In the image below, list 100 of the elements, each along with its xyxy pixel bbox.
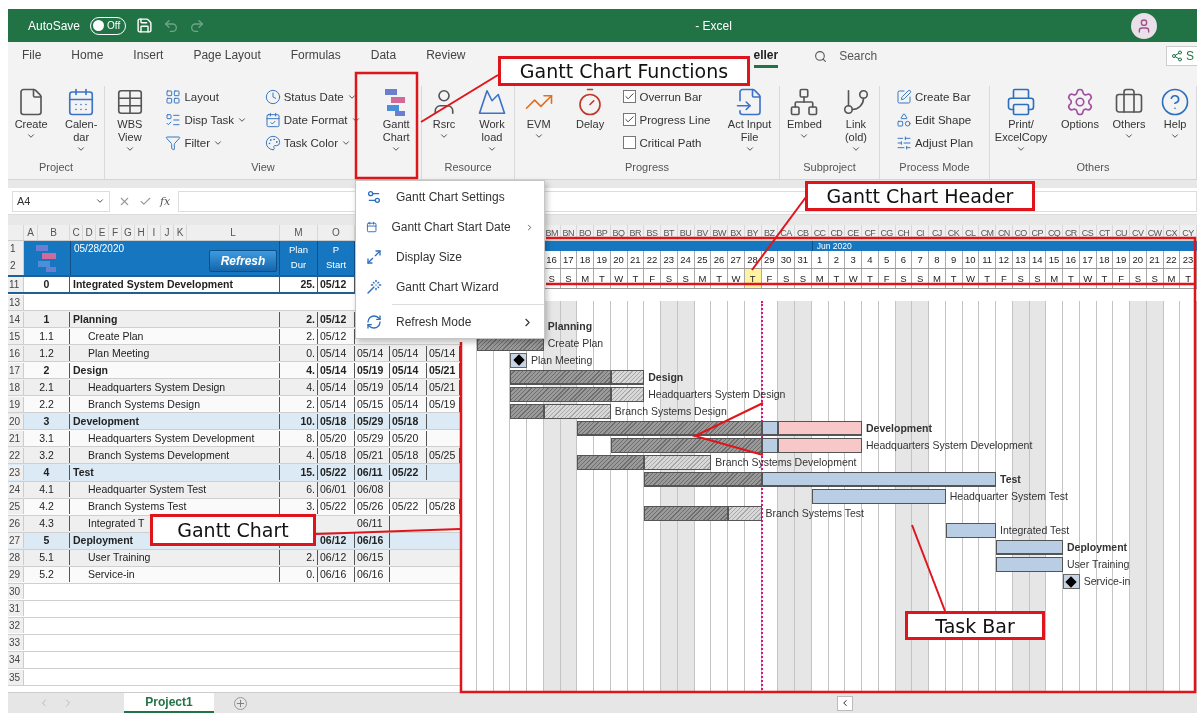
save-icon[interactable] <box>136 17 154 34</box>
column-header[interactable]: BZ <box>761 225 779 240</box>
menu-item[interactable]: Gantt Chart Settings <box>356 182 544 212</box>
ribbon-button[interactable]: Others <box>1110 86 1148 141</box>
menu-tab[interactable]: Review <box>426 44 466 68</box>
share-button[interactable]: S <box>1166 46 1197 66</box>
row-number[interactable]: 11 <box>8 277 24 293</box>
column-header[interactable]: CR <box>1063 225 1080 240</box>
ribbon-button[interactable]: Link (old) <box>837 86 874 154</box>
row-number[interactable]: 26 <box>8 516 24 532</box>
ribbon-button[interactable]: Create <box>12 86 50 141</box>
ribbon-button[interactable]: EVM <box>520 86 557 141</box>
column-header[interactable]: CD <box>828 225 846 240</box>
task-bar[interactable] <box>996 539 1063 557</box>
column-header[interactable]: BW <box>711 225 728 240</box>
checkbox-option[interactable]: Overrun Bar <box>623 86 711 107</box>
menu-tab[interactable]: Home <box>71 44 104 68</box>
column-header[interactable]: CF <box>862 225 879 240</box>
column-header[interactable]: BP <box>594 225 611 240</box>
ribbon-button[interactable]: Filter <box>165 132 248 153</box>
column-header[interactable]: CX <box>1163 225 1181 240</box>
checkbox-option[interactable]: Progress Line <box>623 109 711 130</box>
column-header[interactable]: A <box>24 225 38 240</box>
column-header[interactable]: J <box>161 225 174 240</box>
column-header[interactable]: CA <box>778 225 795 240</box>
column-header[interactable]: BO <box>577 225 594 240</box>
ribbon-button[interactable]: Act Input File <box>725 86 774 154</box>
column-header[interactable]: CO <box>1012 225 1030 240</box>
row-number[interactable]: 30 <box>8 584 24 600</box>
checkbox-option[interactable]: Critical Path <box>623 132 711 153</box>
column-header[interactable]: CJ <box>929 225 946 240</box>
ribbon-button[interactable]: Layout <box>165 86 248 107</box>
task-bar[interactable] <box>945 522 996 540</box>
column-header[interactable]: CY <box>1180 225 1197 240</box>
row-number[interactable]: 13 <box>8 294 24 310</box>
ribbon-button[interactable]: Edit Shape <box>895 109 974 130</box>
task-bar[interactable] <box>510 402 611 420</box>
column-header[interactable]: BN <box>560 225 578 240</box>
row-number[interactable]: 2 <box>8 258 24 275</box>
column-header[interactable]: BS <box>644 225 661 240</box>
row-number[interactable]: 15 <box>8 328 24 344</box>
menu-item[interactable]: Refresh Mode <box>356 307 544 337</box>
ribbon-button[interactable]: Adjust Plan <box>895 132 974 153</box>
column-header[interactable]: CC <box>811 225 829 240</box>
ribbon-button[interactable]: Options <box>1059 86 1101 131</box>
column-header[interactable]: H <box>135 225 148 240</box>
column-header[interactable]: CL <box>962 225 980 240</box>
ribbon-button[interactable]: Embed <box>785 86 824 141</box>
row-number[interactable]: 33 <box>8 635 24 651</box>
column-header[interactable]: D <box>83 225 96 240</box>
row-number[interactable]: 18 <box>8 379 24 395</box>
task-bar[interactable] <box>644 471 996 489</box>
row-number[interactable]: 22 <box>8 447 24 463</box>
task-bar[interactable] <box>811 488 946 506</box>
column-header[interactable]: CU <box>1113 225 1130 240</box>
row-number[interactable]: 21 <box>8 430 24 446</box>
ribbon-button[interactable]: Work load <box>474 86 510 154</box>
ribbon-button[interactable]: Delay <box>572 86 609 131</box>
ribbon-button[interactable]: WBS View <box>111 86 148 154</box>
menu-tab[interactable]: Insert <box>133 44 164 68</box>
checkbox[interactable] <box>623 136 637 149</box>
milestone-marker[interactable] <box>1063 574 1080 590</box>
task-bar[interactable] <box>644 505 762 523</box>
row-number[interactable]: 34 <box>8 652 24 668</box>
column-header[interactable]: B <box>38 225 70 240</box>
column-header[interactable]: F <box>109 225 122 240</box>
scroll-left-button[interactable] <box>837 695 853 711</box>
menu-item[interactable]: Display Size <box>356 242 544 272</box>
column-header[interactable]: BU <box>677 225 695 240</box>
task-bar[interactable] <box>577 454 712 472</box>
row-number[interactable]: 20 <box>8 413 24 429</box>
column-header[interactable]: BV <box>694 225 712 240</box>
column-header[interactable]: CV <box>1130 225 1147 240</box>
task-bar[interactable] <box>610 436 862 454</box>
refresh-button[interactable]: Refresh <box>209 250 277 272</box>
menu-tab[interactable]: File <box>22 44 42 68</box>
ribbon-button[interactable]: Help <box>1157 86 1194 141</box>
menu-tab[interactable]: Data <box>370 44 397 68</box>
row-number[interactable]: 32 <box>8 618 24 634</box>
ribbon-button[interactable]: Task Color <box>264 132 361 153</box>
ribbon-button[interactable]: Print/ ExcelCopy <box>992 86 1050 154</box>
row-number[interactable]: 25 <box>8 499 24 515</box>
avatar[interactable] <box>1131 12 1157 39</box>
row-number[interactable]: 24 <box>8 482 24 498</box>
menu-tab[interactable]: Page Layout <box>193 44 261 68</box>
menu-tab[interactable]: Formulas <box>290 44 341 68</box>
checkbox[interactable] <box>623 113 637 126</box>
column-header[interactable]: BT <box>661 225 678 240</box>
ribbon-button[interactable]: Status Date <box>264 86 361 107</box>
row-number[interactable]: 16 <box>8 345 24 361</box>
task-bar[interactable] <box>577 419 862 437</box>
ribbon-button[interactable]: Gantt Chart <box>378 86 415 154</box>
column-header[interactable]: BY <box>744 225 762 240</box>
row-number[interactable]: 17 <box>8 362 24 378</box>
column-header[interactable]: BR <box>627 225 645 240</box>
row-number[interactable]: 29 <box>8 567 24 583</box>
column-header[interactable]: CS <box>1079 225 1097 240</box>
column-header[interactable]: CB <box>795 225 812 240</box>
task-bar[interactable] <box>996 556 1063 574</box>
column-header[interactable]: CT <box>1096 225 1114 240</box>
